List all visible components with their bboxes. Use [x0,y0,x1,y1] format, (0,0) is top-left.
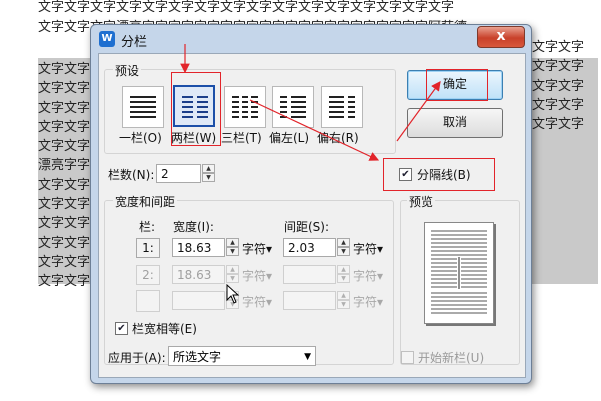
annotation-arrows [180,44,441,161]
arrow-to-ok [396,81,441,142]
arrow-to-divider [249,99,380,161]
